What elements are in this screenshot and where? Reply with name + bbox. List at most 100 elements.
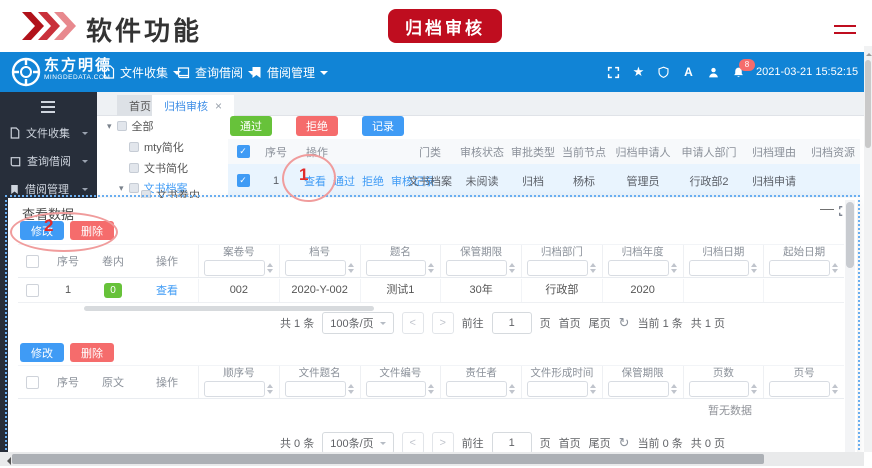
filter-input[interactable]	[527, 260, 588, 276]
row-checkbox[interactable]	[26, 284, 39, 297]
tree-node-doc-simplified[interactable]: 文书简化	[129, 160, 188, 176]
tree-node-mty[interactable]: mty简化	[129, 139, 184, 155]
filter-column: 责任者	[440, 366, 521, 398]
row-checkbox[interactable]: ✓	[237, 174, 250, 187]
select-all-checkbox[interactable]: ✓	[237, 145, 250, 158]
scroll-left-arrow[interactable]	[3, 457, 11, 465]
first-page-link[interactable]: 首页	[559, 315, 581, 331]
row-action-link[interactable]: 查看	[304, 176, 326, 188]
sort-icons[interactable]	[509, 384, 516, 394]
filter-input[interactable]	[204, 260, 265, 276]
shield-icon[interactable]	[656, 65, 671, 80]
filter-input[interactable]	[769, 260, 830, 276]
prev-page-button[interactable]: <	[402, 312, 424, 334]
audit-table-row[interactable]: ✓ 1 查看通过拒绝审核记录 文书档案未阅读归档杨标管理员行政部2归档申请	[228, 164, 860, 197]
sort-icons[interactable]	[590, 384, 597, 394]
sort-icons[interactable]	[267, 384, 274, 394]
column-label: 审批类型	[508, 144, 558, 160]
last-page-link[interactable]: 尾页	[589, 315, 611, 331]
reject-button[interactable]: 拒绝	[296, 116, 338, 136]
delete-button[interactable]: 删除	[70, 221, 114, 240]
edit-button[interactable]: 修改	[20, 221, 64, 240]
prev-page-button[interactable]: <	[402, 432, 424, 454]
sort-icons[interactable]	[832, 384, 839, 394]
sort-icons[interactable]	[348, 263, 355, 273]
bell-icon[interactable]: 8	[731, 65, 746, 80]
refresh-icon[interactable]: ↻	[619, 315, 630, 331]
caret-down-icon[interactable]: ▾	[107, 121, 112, 132]
page-vscrollbar[interactable]	[864, 46, 872, 452]
page-number-input[interactable]	[492, 432, 532, 454]
sort-icons[interactable]	[428, 263, 435, 273]
scroll-up-arrow[interactable]	[866, 50, 872, 56]
tab-archive-audit[interactable]: 归档审核 ×	[152, 95, 234, 116]
filter-input[interactable]	[527, 381, 588, 397]
sort-icons[interactable]	[832, 263, 839, 273]
sort-icons[interactable]	[751, 263, 758, 273]
filter-input[interactable]	[204, 381, 265, 397]
nav-item-file-collect[interactable]: 文件收集	[103, 52, 181, 92]
minimize-icon[interactable]: —	[820, 200, 834, 216]
sort-icons[interactable]	[671, 384, 678, 394]
modal-vscrollbar[interactable]	[845, 200, 855, 452]
volume-table-row[interactable]: 1 0 查看 0022020-Y-002测试130年行政部2020	[18, 278, 844, 303]
page-size-select[interactable]: 100条/页	[322, 432, 393, 454]
filter-input[interactable]	[608, 260, 669, 276]
sidebar-item-file-collect[interactable]: 文件收集	[0, 120, 97, 146]
view-link[interactable]: 查看	[156, 282, 178, 298]
edit-button[interactable]: 修改	[20, 343, 64, 362]
filter-input[interactable]	[689, 260, 750, 276]
nav-item-query-borrow[interactable]: 查询借阅	[177, 52, 256, 92]
filter-input[interactable]	[285, 260, 346, 276]
select-all-checkbox[interactable]	[26, 376, 39, 389]
tree-node-root[interactable]: ▾ 全部	[107, 118, 154, 134]
record-button[interactable]: 记录	[362, 116, 404, 136]
delete-button[interactable]: 删除	[70, 343, 114, 362]
filter-input[interactable]	[285, 381, 346, 397]
filter-input[interactable]	[608, 381, 669, 397]
close-icon[interactable]: ×	[215, 99, 222, 113]
document-icon	[103, 65, 115, 79]
page-number-input[interactable]	[492, 312, 532, 334]
approve-button[interactable]: 通过	[230, 116, 272, 136]
filter-input[interactable]	[446, 260, 507, 276]
vscroll-thumb[interactable]	[865, 60, 871, 148]
row-cell	[763, 279, 844, 302]
filter-input[interactable]	[366, 260, 427, 276]
filter-input[interactable]	[446, 381, 507, 397]
row-action-link[interactable]: 通过	[333, 176, 355, 188]
select-all-checkbox[interactable]	[26, 255, 39, 268]
chevron-down-icon	[380, 442, 386, 448]
sort-icons[interactable]	[428, 384, 435, 394]
banner-title: 软件功能	[86, 11, 202, 48]
sidebar-item-query-borrow[interactable]: 查询借阅	[0, 148, 97, 174]
next-page-button[interactable]: >	[432, 312, 454, 334]
caret-down-icon[interactable]: ▾	[119, 183, 124, 194]
sort-icons[interactable]	[509, 263, 516, 273]
hamburger-icon[interactable]	[41, 101, 55, 116]
page-size-select[interactable]: 100条/页	[322, 312, 393, 334]
sort-icons[interactable]	[751, 384, 758, 394]
filter-input[interactable]	[366, 381, 427, 397]
audit-table-header: ✓ 序号 操作 门类审核状态审批类型当前节点归档申请人申请人部门归档理由归档资源	[228, 139, 860, 165]
nav-item-borrow-manage[interactable]: 借阅管理	[251, 52, 328, 92]
next-page-button[interactable]: >	[432, 432, 454, 454]
first-page-link[interactable]: 首页	[559, 435, 581, 451]
table-hscroll-thumb[interactable]	[84, 306, 374, 311]
hscroll-thumb[interactable]	[12, 454, 764, 464]
last-page-link[interactable]: 尾页	[589, 435, 611, 451]
fullscreen-icon[interactable]	[606, 65, 621, 80]
filter-input[interactable]	[769, 381, 830, 397]
refresh-icon[interactable]: ↻	[619, 435, 630, 451]
user-icon[interactable]	[706, 65, 721, 80]
page-hscrollbar[interactable]	[0, 452, 864, 466]
font-size-icon[interactable]: A	[681, 65, 696, 80]
filter-column: 归档部门	[521, 245, 602, 277]
star-icon[interactable]: ★	[631, 65, 646, 80]
sort-icons[interactable]	[590, 263, 597, 273]
sort-icons[interactable]	[671, 263, 678, 273]
row-action-link[interactable]: 拒绝	[362, 176, 384, 188]
sort-icons[interactable]	[348, 384, 355, 394]
filter-input[interactable]	[689, 381, 750, 397]
sort-icons[interactable]	[267, 263, 274, 273]
